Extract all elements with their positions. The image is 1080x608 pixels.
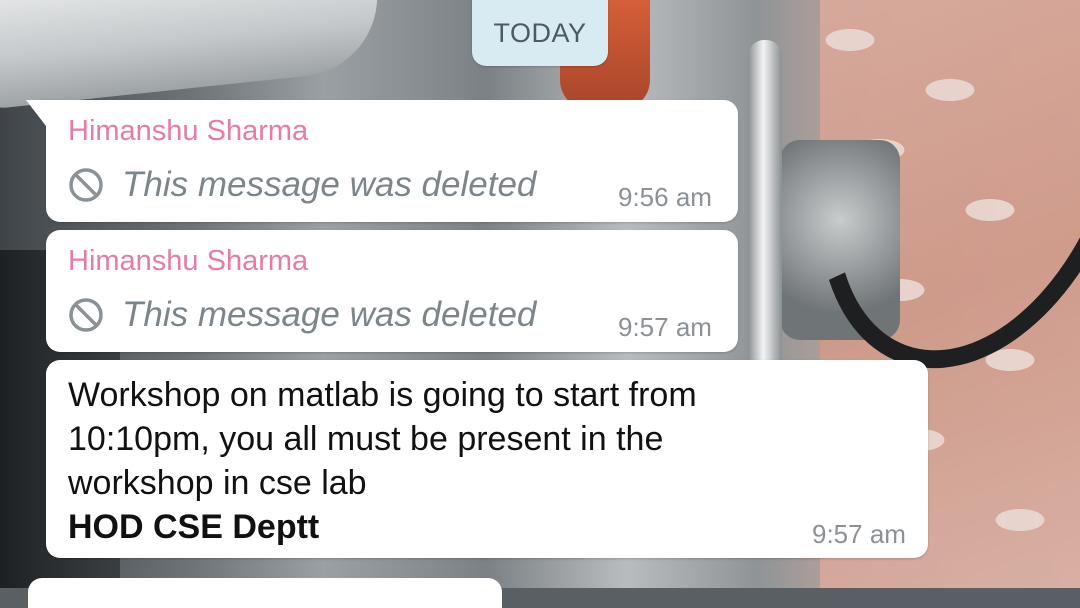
- message-time: 9:56 am: [618, 182, 712, 212]
- deleted-message-text: This message was deleted: [122, 165, 537, 204]
- ban-icon: [69, 168, 103, 202]
- message-bubble-deleted-2[interactable]: Himanshu Sharma This message was deleted…: [46, 230, 738, 352]
- message-text: Workshop on matlab is going to start fro…: [68, 373, 908, 549]
- ban-icon: [69, 298, 103, 332]
- message-bubble-partial[interactable]: [28, 578, 502, 608]
- deleted-message-text: This message was deleted: [122, 295, 537, 334]
- message-line: workshop in cse lab: [68, 464, 367, 502]
- deleted-message-row: This message was deleted: [68, 165, 536, 205]
- message-bubble-deleted-1[interactable]: Himanshu Sharma This message was deleted…: [26, 100, 738, 222]
- sender-name[interactable]: Himanshu Sharma: [68, 115, 308, 148]
- message-line: 10:10pm, you all must be present in the: [68, 420, 664, 458]
- message-line: Workshop on matlab is going to start fro…: [68, 376, 697, 414]
- message-signature: HOD CSE Deptt: [68, 508, 320, 546]
- deleted-message-row: This message was deleted: [68, 295, 536, 335]
- date-separator: TODAY: [472, 0, 608, 66]
- date-separator-label: TODAY: [493, 17, 587, 48]
- message-bubble-text[interactable]: Workshop on matlab is going to start fro…: [46, 360, 928, 558]
- message-time: 9:57 am: [618, 312, 712, 342]
- bubble-tail: [26, 100, 46, 126]
- sender-name[interactable]: Himanshu Sharma: [68, 245, 308, 278]
- message-time: 9:57 am: [812, 519, 906, 549]
